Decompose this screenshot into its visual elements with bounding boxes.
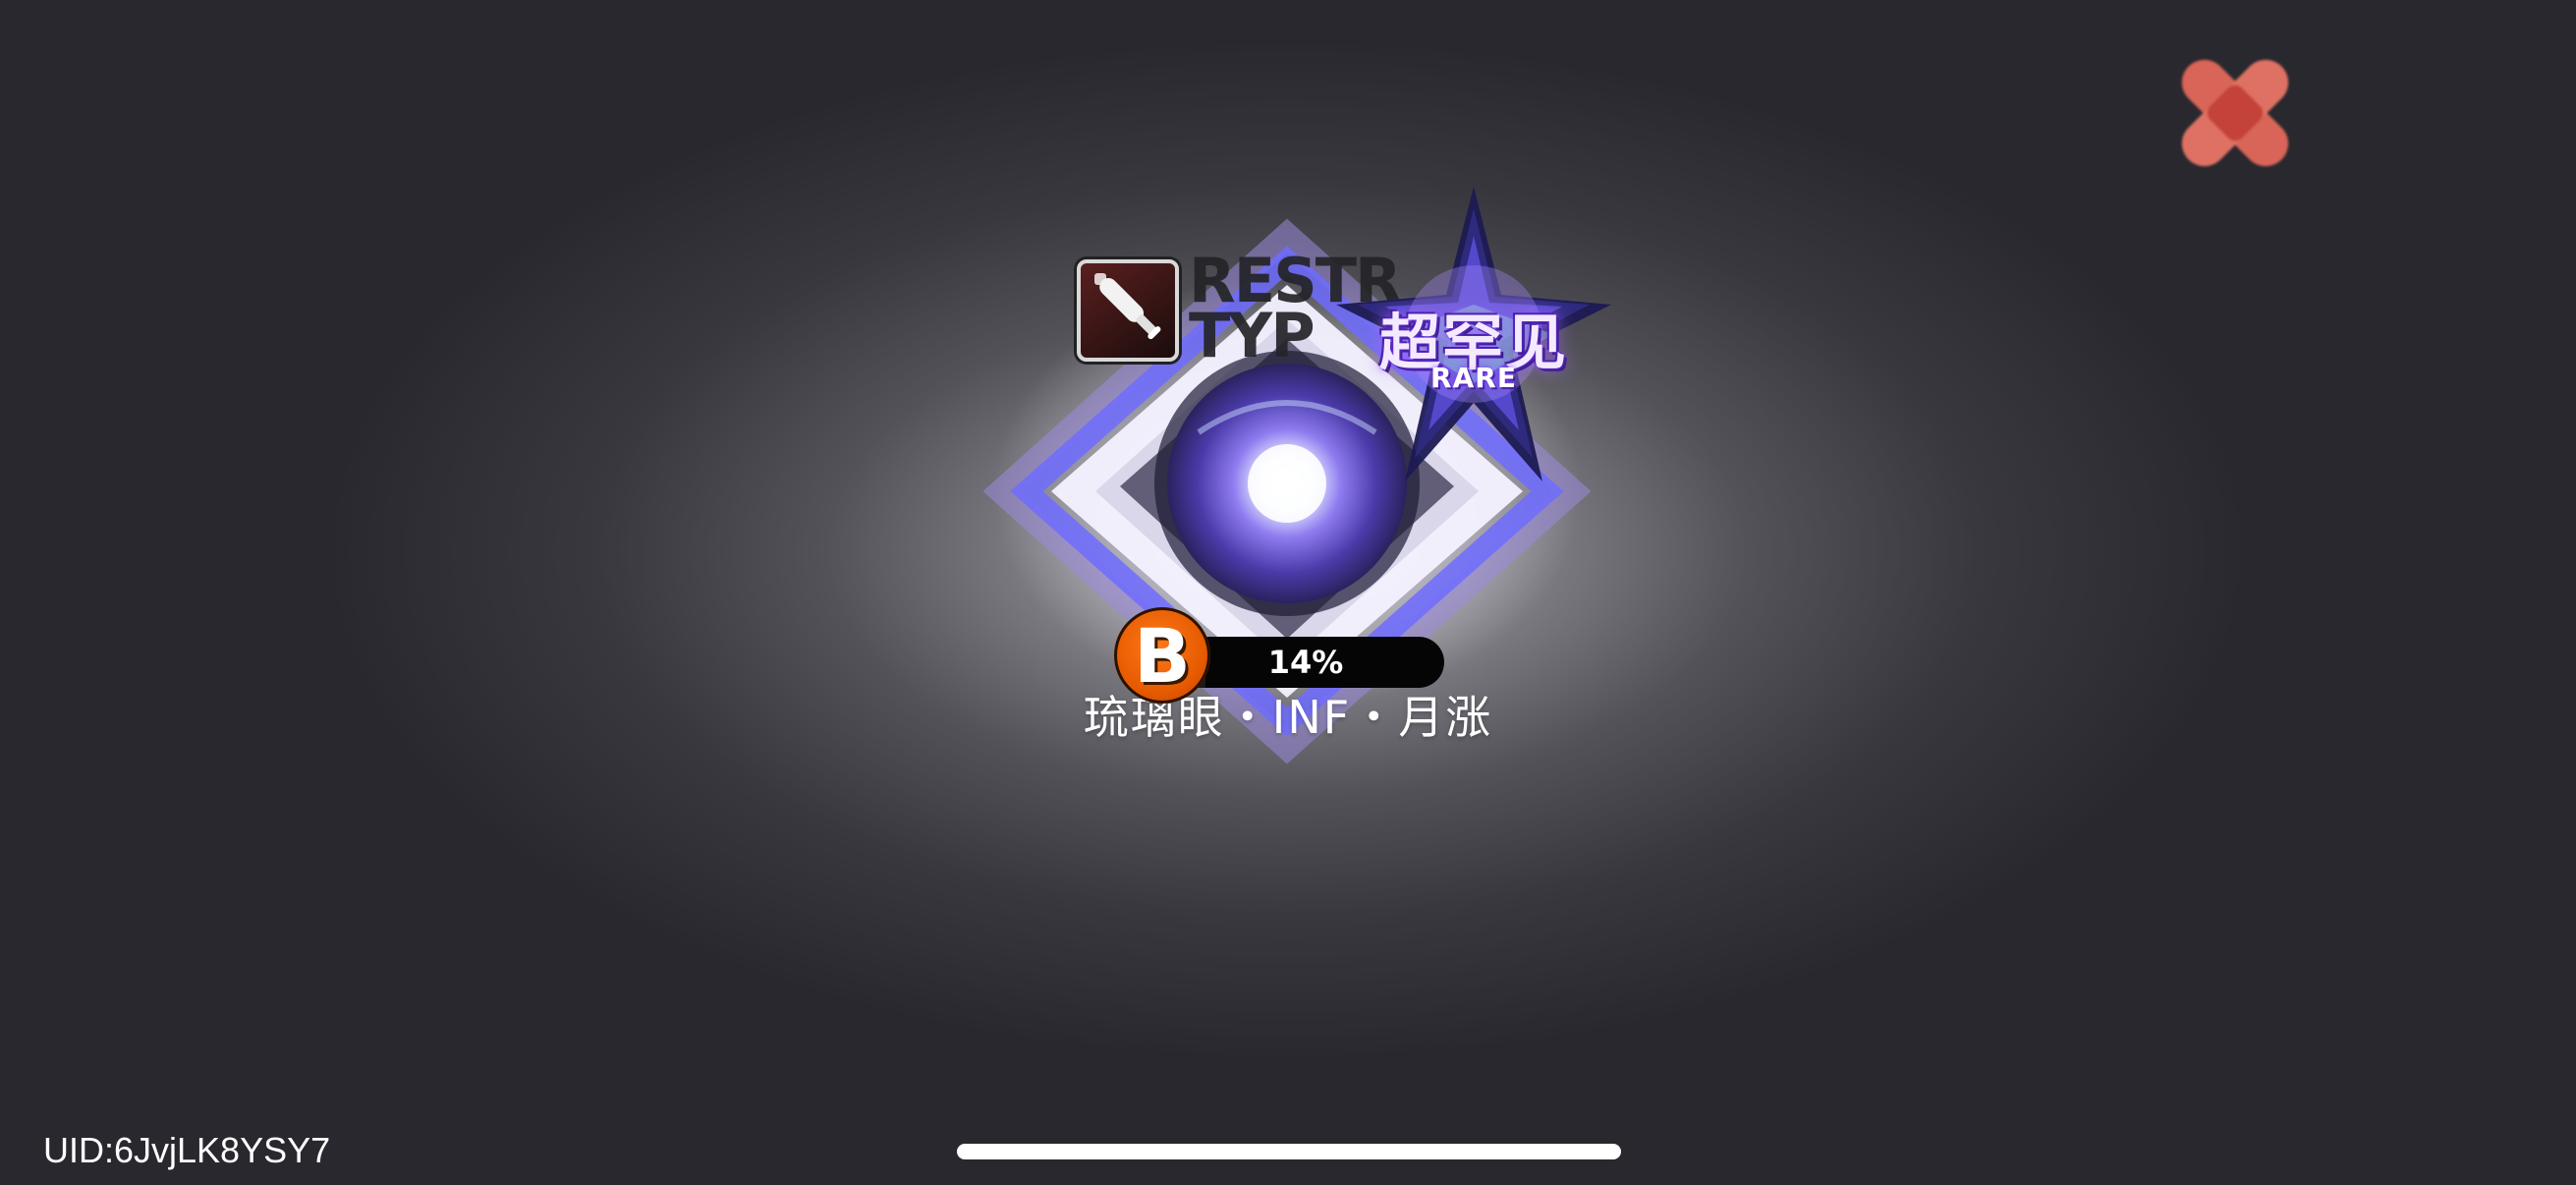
baseball-bat-icon — [1094, 273, 1161, 340]
item-name: 琉璃眼・INF・月涨 — [1083, 691, 1493, 744]
close-icon — [2181, 59, 2289, 167]
rarity-sublabel: RARE — [1430, 362, 1517, 394]
grade-badge: B — [1114, 607, 1210, 704]
user-id: UID:6JvjLK8YSY7 — [43, 1130, 331, 1170]
close-button[interactable] — [2161, 39, 2309, 187]
grade-letter: B — [1134, 612, 1191, 700]
result-screen: RESTR TYP 超罕见 RARE B 14% 琉璃眼・INF・月涨 UID:… — [0, 0, 2576, 1185]
weapon-type-badge — [1077, 259, 1179, 362]
home-indicator[interactable] — [957, 1144, 1621, 1159]
